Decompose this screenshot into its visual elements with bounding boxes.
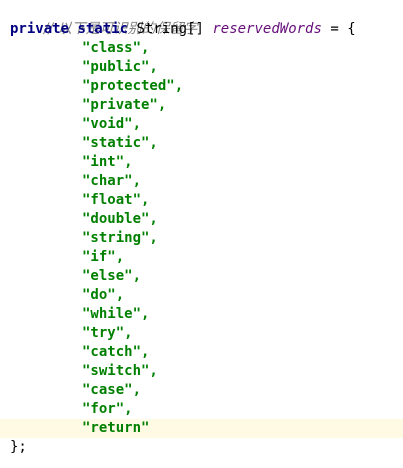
code-line-word[interactable]: "while", [0, 305, 403, 324]
keyword-static: static [77, 21, 129, 37]
string-literal: "switch", [82, 363, 158, 379]
string-literal: "void", [82, 116, 142, 132]
string-literal: "char", [82, 173, 142, 189]
code-line-word[interactable]: "static", [0, 134, 403, 153]
keyword-private: private [10, 21, 70, 37]
assign-brace: = { [330, 21, 356, 37]
string-literal: "float", [82, 192, 150, 208]
string-literal: "class", [82, 40, 150, 56]
code-line-word[interactable]: "case", [0, 381, 403, 400]
code-line-word[interactable]: "double", [0, 210, 403, 229]
string-literal: "public", [82, 59, 158, 75]
string-literal: "case", [82, 382, 142, 398]
string-literal: "static", [82, 135, 158, 151]
code-line-word[interactable]: "do", [0, 286, 403, 305]
string-literal: "for", [82, 401, 133, 417]
string-literal: "return" [82, 420, 150, 436]
string-literal: "while", [82, 306, 150, 322]
code-editor[interactable]: // 以下是可识别的保留字 private static String[] re… [0, 0, 403, 468]
code-line-word[interactable]: "int", [0, 153, 403, 172]
code-line-word[interactable]: "void", [0, 115, 403, 134]
code-line-word[interactable]: "class", [0, 39, 403, 58]
string-literal: "if", [82, 249, 125, 265]
code-line-word[interactable]: "if", [0, 248, 403, 267]
code-line-word[interactable]: "for", [0, 400, 403, 419]
code-line-current[interactable]: "return" [0, 419, 403, 438]
string-literal: "private", [82, 97, 167, 113]
code-line-word[interactable]: "string", [0, 229, 403, 248]
code-line-comment[interactable]: // 以下是可识别的保留字 [0, 1, 403, 37]
code-line-word[interactable]: "switch", [0, 362, 403, 381]
code-line-word[interactable]: "public", [0, 58, 403, 77]
type-name: String[] [136, 21, 204, 37]
code-line-declaration[interactable]: private static String[] reservedWords = … [0, 20, 403, 39]
closing-brace: }; [10, 439, 27, 455]
code-line-word[interactable]: "try", [0, 324, 403, 343]
field-name: reservedWords [212, 21, 322, 37]
string-literal: "else", [82, 268, 142, 284]
string-literal: "do", [82, 287, 125, 303]
string-literal: "try", [82, 325, 133, 341]
code-line-closing[interactable]: }; [0, 438, 403, 457]
code-line-word[interactable]: "catch", [0, 343, 403, 362]
string-literal: "catch", [82, 344, 150, 360]
string-literal: "double", [82, 211, 158, 227]
code-line-word[interactable]: "float", [0, 191, 403, 210]
code-line-word[interactable]: "private", [0, 96, 403, 115]
code-line-word[interactable]: "protected", [0, 77, 403, 96]
code-line-word[interactable]: "else", [0, 267, 403, 286]
code-line-word[interactable]: "char", [0, 172, 403, 191]
string-literal: "protected", [82, 78, 184, 94]
string-literal: "string", [82, 230, 158, 246]
string-literal: "int", [82, 154, 133, 170]
